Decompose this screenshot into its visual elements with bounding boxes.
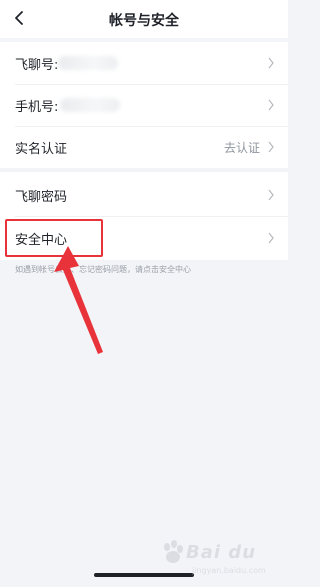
real-name-verification-label: 实名认证 bbox=[15, 142, 68, 157]
real-name-verification-row[interactable]: 实名认证 去认证 bbox=[0, 126, 288, 168]
chevron-right-icon bbox=[268, 57, 274, 69]
chevron-right-icon bbox=[268, 99, 274, 111]
phone-number-label: 手机号: bbox=[15, 100, 59, 115]
chevron-right-icon bbox=[268, 189, 274, 201]
phone-number-row[interactable]: 手机号: bbox=[0, 84, 288, 126]
watermark-url: jingyan.baidu.com bbox=[192, 566, 266, 575]
chevron-right-icon bbox=[268, 232, 274, 244]
feiliao-password-label: 飞聊密码 bbox=[15, 190, 68, 205]
feiliao-id-masked-value bbox=[58, 56, 118, 70]
paw-logo-icon bbox=[164, 540, 183, 563]
page-title: 帐号与安全 bbox=[109, 13, 179, 29]
annotation-arrow-icon bbox=[54, 246, 103, 354]
phone-number-masked-value bbox=[60, 98, 120, 112]
feiliao-id-row[interactable]: 飞聊号: bbox=[0, 42, 288, 84]
watermark-brand: Bai du bbox=[186, 542, 257, 563]
go-verify-text: 去认证 bbox=[223, 141, 260, 155]
account-info-group: 飞聊号: 手机号: 实名认证 去认证 bbox=[0, 42, 288, 168]
chevron-right-icon bbox=[268, 141, 274, 153]
navigation-bar: 帐号与安全 bbox=[0, 0, 288, 38]
feiliao-id-label: 飞聊号: bbox=[15, 58, 59, 73]
watermark: Bai du jingyan.baidu.com bbox=[160, 537, 280, 577]
feiliao-password-row[interactable]: 飞聊密码 bbox=[0, 174, 288, 216]
